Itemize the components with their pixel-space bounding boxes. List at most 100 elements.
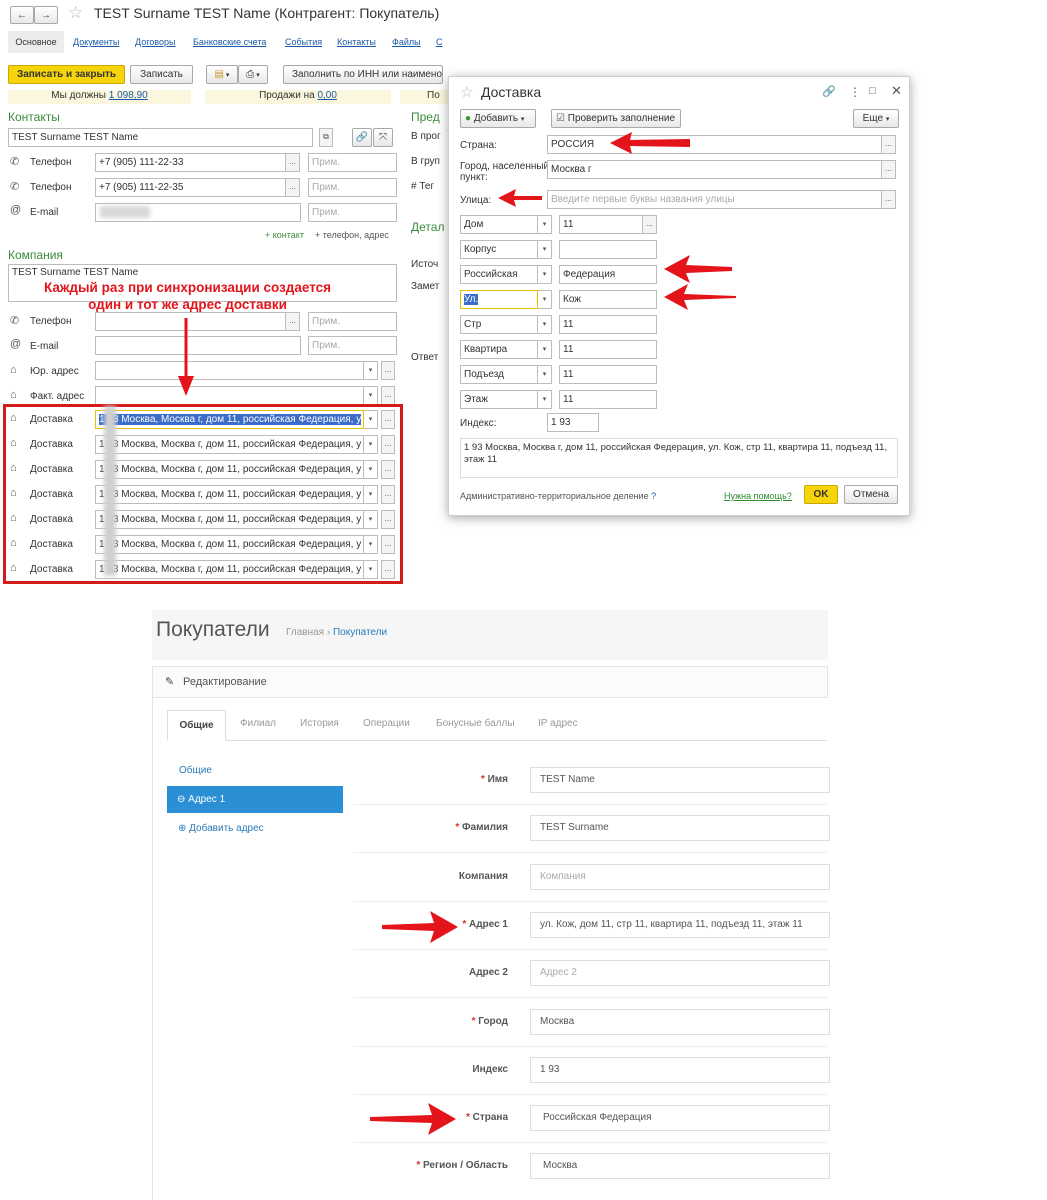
address-part-type-select[interactable]: Ул.	[460, 290, 538, 309]
address-part-value-input[interactable]	[559, 240, 657, 259]
company-phone-more-button[interactable]: ...	[286, 312, 300, 331]
add-address-link[interactable]: ⊕ Добавить адрес	[178, 823, 264, 834]
company-email-input[interactable]	[95, 336, 301, 355]
tab-documents[interactable]: Документы	[73, 37, 119, 47]
fact-address-input[interactable]	[95, 386, 364, 405]
legal-address-input[interactable]	[95, 361, 364, 380]
city-input[interactable]: Москва г	[547, 160, 882, 179]
email-note-input[interactable]: Прим.	[308, 203, 397, 222]
phone1-input[interactable]: +7 (905) 111-22-33	[95, 153, 286, 172]
field-input[interactable]: Компания	[530, 863, 830, 890]
address-part-type-select[interactable]: Корпус	[460, 240, 538, 259]
tab-more[interactable]: С	[436, 37, 443, 47]
chevron-down-icon[interactable]: ▾	[538, 390, 552, 409]
maximize-icon[interactable]: □	[869, 85, 876, 97]
kebab-menu-icon[interactable]: ⋮	[849, 85, 861, 99]
address-part-type-select[interactable]: Квартира	[460, 340, 538, 359]
modal-more-button[interactable]: Еще ▾	[853, 109, 899, 128]
address-part-value-input[interactable]: 11	[559, 215, 643, 234]
contact-name-field[interactable]: TEST Surname TEST Name	[8, 128, 313, 147]
legal-address-more-button[interactable]: ...	[381, 361, 395, 380]
phone2-input[interactable]: +7 (905) 111-22-35	[95, 178, 286, 197]
tab-bank-accounts[interactable]: Банковские счета	[193, 37, 266, 47]
chevron-down-icon[interactable]: ▾	[538, 265, 552, 284]
phone2-note-input[interactable]: Прим.	[308, 178, 397, 197]
field-input[interactable]: 1 93	[530, 1056, 830, 1083]
add-contact-link[interactable]: + контакт	[265, 230, 304, 240]
link-icon[interactable]: 🔗	[822, 85, 836, 98]
side-general-link[interactable]: Общие	[179, 765, 212, 776]
breadcrumb-current[interactable]: Покупатели	[333, 627, 387, 638]
breadcrumb-home[interactable]: Главная	[286, 627, 324, 638]
chevron-down-icon[interactable]: ▾	[538, 315, 552, 334]
favorite-star-icon[interactable]: ☆	[68, 3, 83, 23]
tab-contacts[interactable]: Контакты	[337, 37, 376, 47]
field-input[interactable]: TEST Name	[530, 767, 830, 793]
company-phone-note-input[interactable]: Прим.	[308, 312, 397, 331]
fact-address-dropdown[interactable]: ▾	[364, 386, 378, 405]
company-email-note-input[interactable]: Прим.	[308, 336, 397, 355]
address-part-value-input[interactable]: 11	[559, 315, 657, 334]
field-input[interactable]: Российская Федерация	[530, 1105, 830, 1132]
sales-value[interactable]: 0,00	[317, 90, 336, 101]
check-fill-button[interactable]: ☑ Проверить заполнение	[551, 109, 681, 128]
print-button[interactable]: ⎙ ▾	[238, 65, 268, 84]
fact-address-more-button[interactable]: ...	[381, 386, 395, 405]
address-part-type-select[interactable]: Подъезд	[460, 365, 538, 384]
fill-by-inn-button[interactable]: Заполнить по ИНН или наимено	[283, 65, 443, 84]
close-icon[interactable]: ✕	[891, 83, 902, 99]
add-phone-address-link[interactable]: + телефон, адрес	[315, 230, 389, 240]
field-input[interactable]: ул. Кож, дом 11, стр 11, квартира 11, по…	[530, 911, 830, 938]
back-button[interactable]: ←	[10, 6, 34, 24]
tab-contracts[interactable]: Договоры	[135, 37, 175, 47]
tab-history[interactable]: История	[300, 718, 339, 729]
unlink-button[interactable]: ⤧	[373, 128, 393, 147]
cancel-button[interactable]: Отмена	[844, 485, 898, 504]
address-part-type-select[interactable]: Этаж	[460, 390, 538, 409]
address-part-value-input[interactable]: 11	[559, 340, 657, 359]
help-link[interactable]: Нужна помощь?	[724, 491, 792, 501]
field-input[interactable]: Адрес 2	[530, 960, 830, 987]
create-based-on-button[interactable]: ▤ ▾	[206, 65, 238, 84]
country-more-button[interactable]: ...	[882, 135, 896, 154]
admin-division-link[interactable]: Административно-территориальное деление …	[460, 491, 656, 501]
we-owe-value[interactable]: 1 098,90	[109, 90, 148, 101]
tab-main[interactable]: Основное	[8, 31, 64, 53]
open-contact-button[interactable]: ⧉	[319, 128, 333, 147]
tab-general[interactable]: Общие	[167, 710, 226, 741]
phone1-note-input[interactable]: Прим.	[308, 153, 397, 172]
forward-button[interactable]: →	[34, 6, 58, 24]
address-part-value-input[interactable]: 11	[559, 365, 657, 384]
address-part-type-select[interactable]: Стр	[460, 315, 538, 334]
address-part-type-select[interactable]: Дом	[460, 215, 538, 234]
address-part-value-input[interactable]: 11	[559, 390, 657, 409]
field-input[interactable]: TEST Surname	[530, 815, 830, 842]
chevron-down-icon[interactable]: ▾	[538, 340, 552, 359]
address-part-value-input[interactable]: Кож	[559, 290, 657, 309]
save-and-close-button[interactable]: Записать и закрыть	[8, 65, 125, 84]
address-part-type-select[interactable]: Российская	[460, 265, 538, 284]
side-address1-item[interactable]: ⊖ Адрес 1	[167, 786, 343, 813]
chevron-down-icon[interactable]: ▾	[538, 215, 552, 234]
legal-address-dropdown[interactable]: ▾	[364, 361, 378, 380]
phone1-more-button[interactable]: ...	[286, 153, 300, 172]
modal-add-button[interactable]: ● Добавить ▾	[460, 109, 536, 128]
field-input[interactable]: Москва	[530, 1008, 830, 1035]
save-button[interactable]: Записать	[130, 65, 193, 84]
field-input[interactable]: Москва	[530, 1153, 830, 1180]
index-input[interactable]: 1 93	[547, 413, 599, 432]
ok-button[interactable]: OK	[804, 485, 838, 504]
street-input[interactable]: Введите первые буквы названия улицы	[547, 190, 882, 209]
chevron-down-icon[interactable]: ▾	[538, 365, 552, 384]
phone2-more-button[interactable]: ...	[286, 178, 300, 197]
street-more-button[interactable]: ...	[882, 190, 896, 209]
tab-bonus-points[interactable]: Бонусные баллы	[436, 718, 515, 729]
link-button[interactable]: 🔗	[352, 128, 372, 147]
modal-star-icon[interactable]: ☆	[460, 83, 473, 101]
tab-ip-address[interactable]: IP адрес	[538, 718, 578, 729]
tab-events[interactable]: События	[285, 37, 322, 47]
city-more-button[interactable]: ...	[882, 160, 896, 179]
country-input[interactable]: РОССИЯ	[547, 135, 882, 154]
tab-files[interactable]: Файлы	[392, 37, 421, 47]
tab-operations[interactable]: Операции	[363, 718, 410, 729]
